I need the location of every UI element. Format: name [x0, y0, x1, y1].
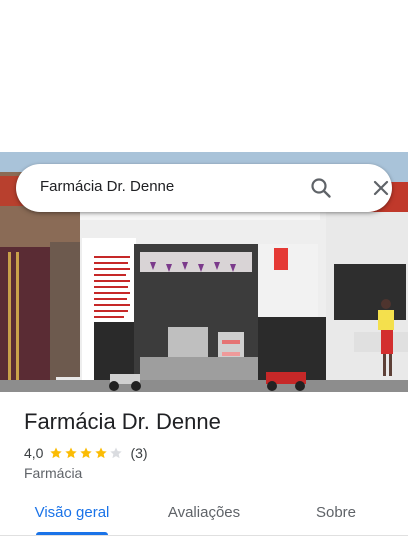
star-filled-icon: [65, 447, 78, 459]
review-count[interactable]: (3): [130, 445, 147, 461]
rating-stars: [49, 446, 124, 460]
tab-overview[interactable]: Visão geral: [24, 496, 120, 536]
star-empty-icon: [110, 447, 123, 459]
star-filled-icon: [50, 447, 63, 459]
search-bar[interactable]: Farmácia Dr. Denne: [16, 164, 392, 212]
rating-row[interactable]: 4,0 (3): [24, 444, 148, 462]
place-tabs: Visão geral Avaliações Sobre: [0, 496, 408, 544]
star-filled-icon: [80, 447, 93, 459]
search-input[interactable]: Farmácia Dr. Denne: [40, 178, 174, 195]
close-icon[interactable]: [368, 175, 394, 201]
blank-header-area: [0, 0, 408, 152]
search-icon[interactable]: [308, 175, 334, 201]
place-category[interactable]: Farmácia: [24, 465, 82, 481]
star-filled-icon: [95, 447, 108, 459]
rating-value: 4,0: [24, 445, 44, 461]
place-title: Farmácia Dr. Denne: [24, 409, 221, 434]
tab-reviews[interactable]: Avaliações: [156, 496, 252, 536]
tab-about[interactable]: Sobre: [300, 496, 372, 536]
tabs-divider: [0, 535, 408, 536]
